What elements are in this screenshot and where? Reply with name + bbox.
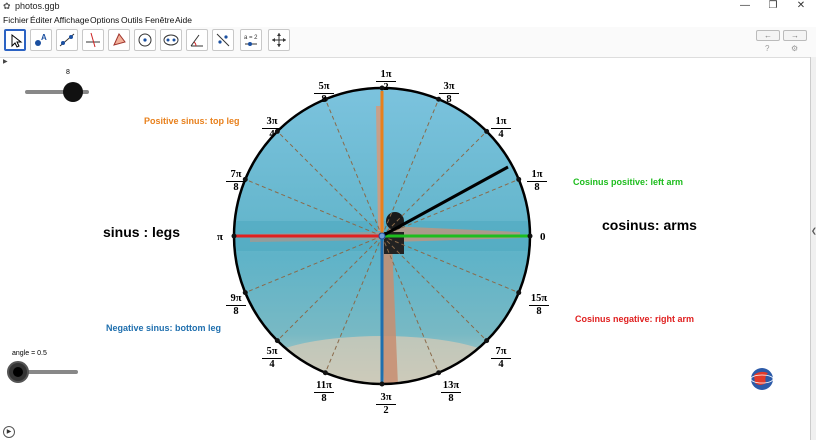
menu-fenetre[interactable]: Fenêtre — [145, 15, 174, 25]
cosinus-negative-label: Cosinus negative: right arm — [575, 314, 695, 324]
perpendicular-line-icon — [86, 32, 100, 48]
arrow-cursor-icon — [11, 33, 23, 48]
tool-reflect[interactable] — [212, 29, 234, 51]
negative-sinus-label: Negative sinus: bottom leg — [106, 323, 222, 333]
cosinus-arms-label: cosinus: arms — [602, 217, 697, 233]
svg-text:a = 2: a = 2 — [244, 35, 258, 41]
angle-label-7pi-8: 7π 8 — [222, 169, 250, 193]
restore-button[interactable]: ❐ — [761, 0, 785, 13]
unit-circle-figure — [231, 85, 533, 387]
center-point[interactable] — [378, 232, 386, 240]
angle-icon — [190, 34, 203, 47]
circle-marker-point[interactable] — [436, 370, 442, 376]
tool-perpendicular[interactable] — [82, 29, 104, 51]
angle-label-3pi-2: 3π 2 — [372, 392, 400, 416]
line-icon — [59, 33, 75, 47]
tool-angle[interactable] — [186, 29, 208, 51]
circle-marker-point[interactable] — [516, 290, 522, 296]
angle-label-0: 0 — [540, 231, 546, 243]
settings-gear-icon[interactable]: ⚙ — [791, 44, 798, 53]
menu-bar: Fichier Éditer Affichage Options Outils … — [0, 13, 816, 27]
move-cross-icon — [272, 33, 286, 47]
angle-label-9pi-8: 9π 8 — [222, 293, 250, 317]
tool-polygon[interactable] — [108, 29, 130, 51]
app-icon: ✿ — [3, 1, 11, 11]
slider-tool-icon: a = 2 — [244, 35, 258, 46]
tool-point[interactable]: A — [30, 29, 52, 51]
ellipse-icon — [163, 34, 179, 46]
menu-aide[interactable]: Aide — [175, 15, 192, 25]
angle-label-11pi-8: 11π 8 — [310, 380, 338, 404]
angle-label-15pi-8: 15π 8 — [529, 293, 549, 317]
point-icon: A — [35, 33, 47, 46]
minimize-button[interactable]: — — [733, 0, 757, 13]
tool-move[interactable] — [4, 29, 26, 51]
close-button[interactable]: ✕ — [789, 0, 813, 13]
title-bar: ✿ photos.ggb — ❐ ✕ — [0, 0, 816, 13]
undo-button[interactable]: ← — [756, 30, 780, 41]
menu-editer[interactable]: Éditer — [30, 15, 52, 25]
graphics-view[interactable]: 8 angle = 0.5 ▶ 0 1π 8 1π 4 3π 8 1π 2 5π… — [0, 66, 810, 440]
svg-text:A: A — [41, 33, 47, 42]
circle-marker-point[interactable] — [527, 233, 533, 239]
positive-sinus-label: Positive sinus: top leg — [144, 116, 240, 126]
tool-move-graphics[interactable] — [268, 29, 290, 51]
tool-slider[interactable]: a = 2 — [240, 29, 262, 51]
help-icon[interactable]: ? — [765, 44, 769, 53]
menu-affichage[interactable]: Affichage — [54, 15, 89, 25]
angle-label-pi-2: 1π 2 — [372, 69, 400, 93]
angle-label-5pi-8: 5π 8 — [310, 81, 338, 105]
globe-logo-icon — [750, 368, 774, 390]
angle-label-13pi-8: 13π 8 — [441, 380, 461, 404]
expand-triangle-icon[interactable]: ▶ — [3, 58, 8, 65]
circle-marker-point[interactable] — [379, 381, 385, 387]
tool-line[interactable] — [56, 29, 78, 51]
side-panel-handle[interactable]: ❮ — [810, 57, 816, 440]
circle-marker-point[interactable] — [231, 233, 237, 239]
redo-button[interactable]: → — [783, 30, 807, 41]
cosinus-positive-label: Cosinus positive: left arm — [573, 177, 684, 187]
angle-label-3pi-4: 3π 4 — [258, 116, 286, 140]
collapse-chevron-icon: ❮ — [811, 227, 816, 235]
sinus-legs-label: sinus : legs — [103, 224, 181, 240]
menu-options[interactable]: Options — [90, 15, 119, 25]
reflect-line-icon — [216, 33, 230, 47]
tool-circle[interactable] — [134, 29, 156, 51]
angle-label-7pi-4: 7π 4 — [487, 346, 515, 370]
tool-conic[interactable] — [160, 29, 182, 51]
angle-label-pi-8: 1π 8 — [523, 169, 551, 193]
angle-label-3pi-8: 3π 8 — [435, 81, 463, 105]
polygon-icon — [113, 33, 126, 46]
circle-marker-point[interactable] — [516, 176, 522, 182]
window-title: photos.ggb — [15, 1, 60, 11]
toolbar: A a = 2 ← → ? ⚙ — [0, 27, 816, 57]
menu-fichier[interactable]: Fichier — [3, 15, 29, 25]
circle-icon — [138, 33, 152, 47]
circle-marker-point[interactable] — [274, 338, 280, 344]
circle-marker-point[interactable] — [484, 338, 490, 344]
angle-label-5pi-4: 5π 4 — [258, 346, 286, 370]
angle-label-pi-4: 1π 4 — [487, 116, 515, 140]
angle-label-pi: π — [217, 231, 224, 243]
menu-outils[interactable]: Outils — [121, 15, 143, 25]
circle-marker-point[interactable] — [322, 370, 328, 376]
